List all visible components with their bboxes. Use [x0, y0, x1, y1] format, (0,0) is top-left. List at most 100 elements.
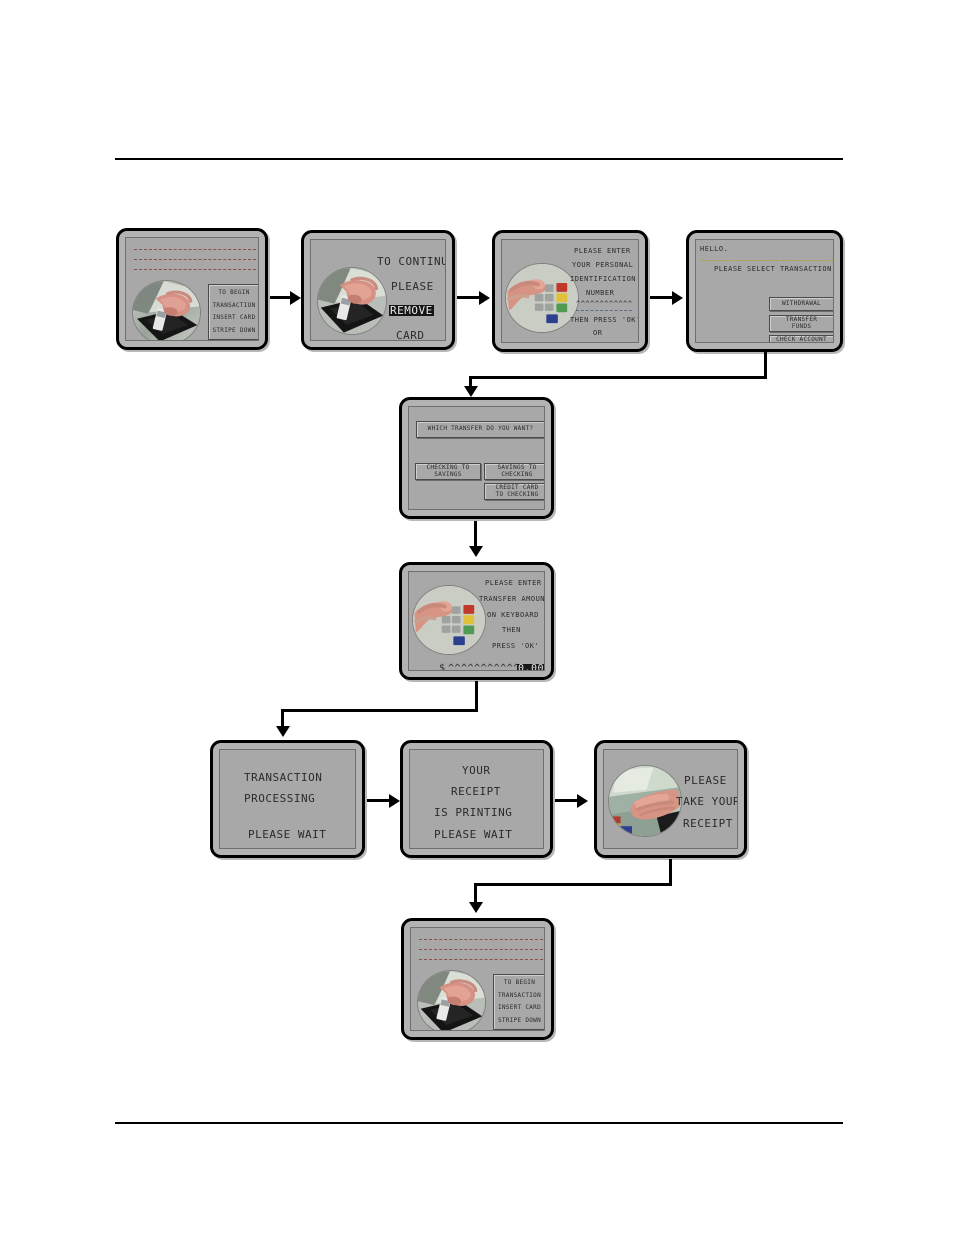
which-transfer-screen[interactable]: WHICH TRANSFER DO YOU WANT? CHECKING TO … [399, 397, 554, 519]
panel-line: INSERT CARD [497, 1004, 542, 1012]
remove-card-screen[interactable]: TO CONTINUE PLEASE REMOVE CARD [301, 230, 455, 350]
remove-card-line-highlighted: REMOVE [389, 304, 434, 317]
withdrawal-button[interactable]: WITHDRAWAL [769, 297, 833, 311]
which-transfer-prompt: WHICH TRANSFER DO YOU WANT? [416, 421, 544, 438]
connector-6-arrowhead [276, 726, 290, 737]
connector-5 [474, 521, 477, 549]
insert-card-screen[interactable]: TO BEGIN TRANSACTION INSERT CARD STRIPE … [116, 228, 268, 350]
pin-masked-entry: ^^^^^^^^^^^^ [576, 300, 633, 308]
connector-4-horizontal [469, 376, 767, 379]
connector-9-horizontal [474, 883, 672, 886]
connector-4-arrowhead [464, 386, 478, 397]
panel-line: TRANSACTION [497, 991, 542, 999]
hand-on-keypad-photo [413, 586, 485, 654]
hand-taking-receipt-photo [609, 766, 681, 836]
connector-9-vertical-a [669, 859, 672, 885]
card-stripe-line [419, 959, 543, 960]
enter-amount-crt: PLEASE ENTER TRANSFER AMOUNT ON KEYBOARD… [408, 571, 545, 671]
hand-inserting-card-photo [133, 281, 200, 340]
pin-entry-underline [576, 310, 632, 311]
panel-line: TRANSACTION [212, 301, 256, 309]
panel-line: STRIPE DOWN [212, 326, 256, 334]
remove-card-line: PLEASE [391, 280, 434, 293]
connector-8 [555, 799, 579, 802]
connector-6-vertical-a [475, 681, 478, 711]
card-stripe-line [134, 259, 256, 260]
card-stripe-line [419, 939, 543, 940]
greeting-text: HELLO. [700, 245, 729, 253]
panel-line: STRIPE DOWN [497, 1016, 542, 1024]
connector-1-arrowhead [290, 291, 301, 305]
panel-line: INSERT CARD [212, 314, 256, 322]
hand-inserting-card-photo [318, 268, 386, 334]
insert-card-screen-final[interactable]: TO BEGIN TRANSACTION INSERT CARD STRIPE … [401, 918, 554, 1040]
checking-to-savings-button[interactable]: CHECKING TO SAVINGS [415, 463, 481, 480]
processing-line: PROCESSING [244, 792, 316, 805]
select-transaction-crt: HELLO. PLEASE SELECT TRANSACTION WITHDRA… [695, 239, 834, 343]
connector-3-arrowhead [672, 291, 683, 305]
insert-card-instruction-panel: TO BEGIN TRANSACTION INSERT CARD STRIPE … [493, 974, 544, 1030]
processing-line: PLEASE WAIT [248, 828, 327, 841]
take-receipt-screen[interactable]: PLEASE TAKE YOUR RECEIPT [594, 740, 747, 858]
savings-to-checking-button[interactable]: SAVINGS TO CHECKING [484, 463, 544, 480]
insert-card-instruction-panel: TO BEGIN TRANSACTION INSERT CARD STRIPE … [208, 284, 258, 340]
printing-line: IS PRINTING [434, 806, 513, 819]
amount-line: ON KEYBOARD [487, 611, 539, 619]
pin-line: IDENTIFICATION [570, 275, 637, 283]
amount-currency-symbol: $ [439, 663, 446, 671]
insert-card-final-crt: TO BEGIN TRANSACTION INSERT CARD STRIPE … [410, 927, 545, 1031]
pin-line: PLEASE ENTER [574, 247, 631, 255]
connector-3 [650, 296, 674, 299]
take-receipt-line: RECEIPT [683, 817, 733, 830]
connector-8-arrowhead [577, 794, 588, 808]
printing-line: YOUR [462, 764, 491, 777]
processing-crt: TRANSACTION PROCESSING PLEASE WAIT [219, 749, 356, 849]
pin-line: YOUR PERSONAL [572, 261, 634, 269]
remove-card-line: TO CONTINUE [377, 255, 445, 268]
connector-7-arrowhead [389, 794, 400, 808]
card-stripe-line [134, 269, 256, 270]
enter-pin-crt: PLEASE ENTER YOUR PERSONAL IDENTIFICATIO… [501, 239, 639, 343]
amount-line: TRANSFER AMOUNT [479, 595, 545, 603]
amount-line: PRESS 'OK' [492, 642, 540, 650]
atm-flowchart-page: TO BEGIN TRANSACTION INSERT CARD STRIPE … [0, 0, 954, 1235]
hand-inserting-card-photo [418, 971, 485, 1030]
transfer-funds-button[interactable]: TRANSFER FUNDS [769, 315, 833, 332]
check-account-balance-button[interactable]: CHECK ACCOUNT BALANCE [769, 335, 833, 342]
select-transaction-prompt: PLEASE SELECT TRANSACTION [714, 265, 832, 273]
connector-5-arrowhead [469, 546, 483, 557]
panel-line: TO BEGIN [503, 978, 536, 986]
receipt-printing-screen[interactable]: YOUR RECEIPT IS PRINTING PLEASE WAIT [400, 740, 553, 858]
connector-4-vertical-a [764, 352, 767, 378]
which-transfer-crt: WHICH TRANSFER DO YOU WANT? CHECKING TO … [408, 406, 545, 510]
card-stripe-line [419, 949, 543, 950]
bottom-horizontal-rule [115, 1122, 843, 1124]
select-transaction-screen[interactable]: HELLO. PLEASE SELECT TRANSACTION WITHDRA… [686, 230, 843, 352]
connector-2-arrowhead [479, 291, 490, 305]
connector-1 [270, 296, 292, 299]
take-receipt-line: TAKE YOUR [676, 795, 738, 808]
pin-line: OR [593, 329, 603, 337]
connector-6-horizontal [281, 709, 478, 712]
transaction-processing-screen[interactable]: TRANSACTION PROCESSING PLEASE WAIT [210, 740, 365, 858]
processing-line: TRANSACTION [244, 771, 323, 784]
connector-2 [457, 296, 481, 299]
printing-line: PLEASE WAIT [434, 828, 513, 841]
remove-card-crt: TO CONTINUE PLEASE REMOVE CARD [310, 239, 446, 341]
panel-line: TO BEGIN [218, 288, 250, 296]
enter-transfer-amount-screen[interactable]: PLEASE ENTER TRANSFER AMOUNT ON KEYBOARD… [399, 562, 554, 680]
credit-card-to-checking-button[interactable]: CREDIT CARD TO CHECKING [484, 483, 544, 500]
greeting-underline [700, 260, 833, 261]
printing-crt: YOUR RECEIPT IS PRINTING PLEASE WAIT [409, 749, 544, 849]
connector-7 [367, 799, 391, 802]
connector-9-arrowhead [469, 902, 483, 913]
take-receipt-line: PLEASE [684, 774, 727, 787]
pin-line: THEN PRESS 'OK' [570, 316, 639, 324]
top-horizontal-rule [115, 158, 843, 160]
amount-value-field[interactable]: 0.00 [517, 664, 544, 670]
printing-line: RECEIPT [451, 785, 501, 798]
amount-line: THEN [502, 626, 521, 634]
enter-pin-screen[interactable]: PLEASE ENTER YOUR PERSONAL IDENTIFICATIO… [492, 230, 648, 352]
insert-card-crt: TO BEGIN TRANSACTION INSERT CARD STRIPE … [125, 237, 259, 341]
remove-card-line: CARD [396, 329, 425, 341]
